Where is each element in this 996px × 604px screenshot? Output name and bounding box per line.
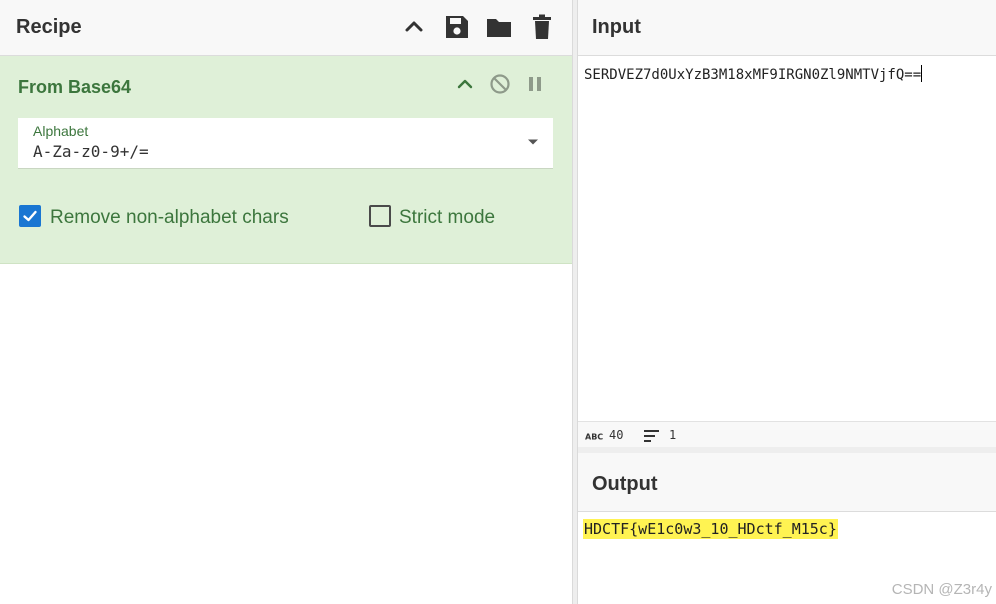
- chevron-up-icon[interactable]: [400, 13, 428, 41]
- trash-icon[interactable]: [528, 13, 556, 41]
- cyberchef-app: Recipe From Base64 Alphabet A-Za-z0-9+/=…: [0, 0, 996, 604]
- input-textarea[interactable]: SERDVEZ7d0UxYzB3M18xMF9IRGN0Zl9NMTVjfQ==: [578, 56, 996, 420]
- alphabet-value: A-Za-z0-9+/=: [33, 142, 149, 161]
- abc-length-icon: ABC: [585, 430, 603, 444]
- save-icon[interactable]: [443, 13, 471, 41]
- input-lines: 1: [669, 428, 677, 442]
- input-statusbar: ABC 40 1: [578, 421, 996, 448]
- output-textarea[interactable]: HDCTF{wE1c0w3_10_HDctf_M15c} CSDN @Z3r4y: [578, 512, 996, 604]
- operation-title: From Base64: [18, 77, 132, 97]
- lines-icon: [644, 430, 660, 445]
- input-text-line: SERDVEZ7d0UxYzB3M18xMF9IRGN0Zl9NMTVjfQ==: [584, 65, 923, 83]
- pause-icon[interactable]: [523, 72, 547, 96]
- chevron-up-icon[interactable]: [453, 72, 477, 96]
- output-text: HDCTF{wE1c0w3_10_HDctf_M15c}: [583, 519, 838, 539]
- alphabet-select[interactable]: Alphabet A-Za-z0-9+/=: [18, 118, 553, 169]
- folder-icon[interactable]: [485, 13, 513, 41]
- input-header: Input: [578, 0, 996, 56]
- strict-mode-checkbox[interactable]: [369, 205, 391, 227]
- watermark: CSDN @Z3r4y: [891, 581, 992, 598]
- text-cursor: [921, 65, 923, 82]
- output-title: Output: [592, 473, 658, 495]
- disable-icon[interactable]: [488, 72, 512, 96]
- recipe-pane: Recipe From Base64 Alphabet A-Za-z0-9+/=…: [0, 0, 572, 604]
- strict-mode-label[interactable]: Strict mode: [399, 207, 495, 229]
- recipe-title: Recipe: [16, 16, 82, 38]
- input-title: Input: [592, 16, 641, 38]
- svg-text:ABC: ABC: [585, 433, 603, 442]
- remove-non-alphabet-checkbox[interactable]: [19, 205, 41, 227]
- input-text: SERDVEZ7d0UxYzB3M18xMF9IRGN0Zl9NMTVjfQ==: [584, 67, 922, 83]
- input-length: 40: [609, 428, 624, 442]
- recipe-header: Recipe: [0, 0, 572, 56]
- alphabet-label: Alphabet: [33, 123, 89, 139]
- dropdown-caret-icon[interactable]: [527, 138, 539, 146]
- remove-non-alphabet-label[interactable]: Remove non-alphabet chars: [50, 207, 289, 229]
- output-header: Output: [578, 453, 996, 512]
- from-base64-operation[interactable]: From Base64 Alphabet A-Za-z0-9+/= Remove…: [0, 56, 572, 264]
